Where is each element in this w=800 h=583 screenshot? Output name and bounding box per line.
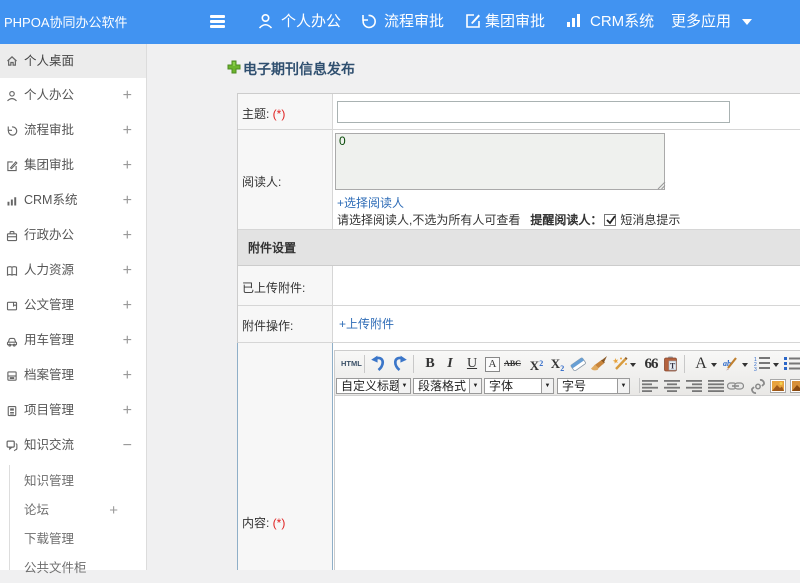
svg-text:3: 3 (754, 367, 757, 371)
svg-text:T: T (670, 362, 676, 371)
